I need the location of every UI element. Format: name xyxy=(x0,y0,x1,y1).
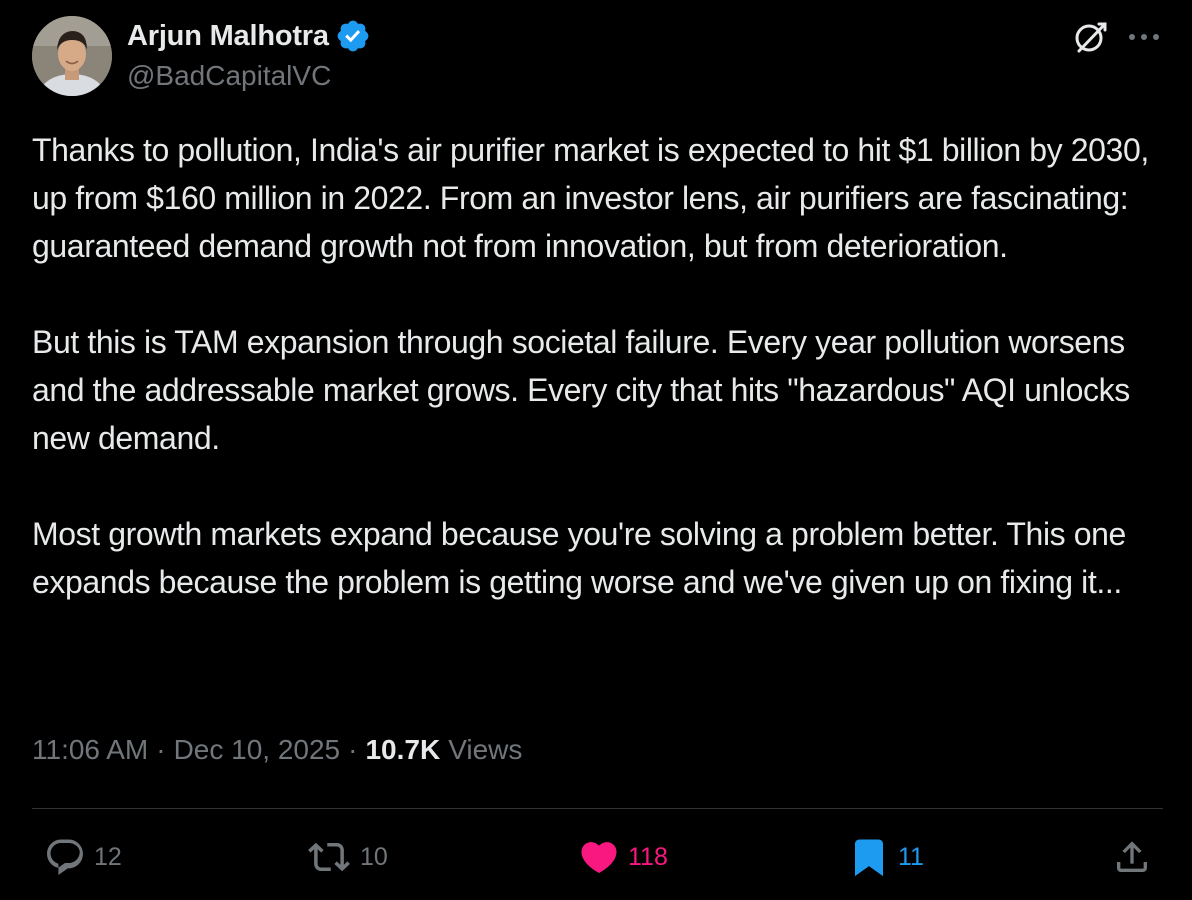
avatar[interactable] xyxy=(32,16,112,96)
reply-count: 12 xyxy=(94,842,122,871)
tweet-paragraph: Most growth markets expand because you'r… xyxy=(32,516,1126,600)
bookmark-button[interactable]: 11 xyxy=(848,836,924,878)
like-button[interactable]: 118 xyxy=(578,836,668,878)
heart-icon xyxy=(581,842,617,874)
reply-button[interactable]: 12 xyxy=(44,836,122,878)
reply-icon xyxy=(47,839,83,875)
views-count[interactable]: 10.7K xyxy=(365,734,440,766)
tweet-date[interactable]: Dec 10, 2025 xyxy=(174,734,341,766)
tweet-meta: 11:06 AM · Dec 10, 2025 · 10.7K Views xyxy=(32,734,522,766)
repost-count: 10 xyxy=(360,842,388,871)
share-button[interactable] xyxy=(1112,836,1152,878)
grok-icon[interactable] xyxy=(1070,16,1112,58)
verified-badge-icon[interactable] xyxy=(335,18,371,54)
tweet-paragraph: But this is TAM expansion through societ… xyxy=(32,324,1130,456)
tweet-text: Thanks to pollution, India's air purifie… xyxy=(32,126,1167,606)
repost-icon xyxy=(308,842,350,872)
meta-separator: · xyxy=(348,734,358,765)
meta-separator: · xyxy=(156,734,166,765)
bookmark-icon xyxy=(855,839,883,877)
avatar-image xyxy=(32,16,112,96)
author-name-row: Arjun Malhotra xyxy=(127,18,371,54)
tweet-paragraph: Thanks to pollution, India's air purifie… xyxy=(32,132,1149,264)
divider xyxy=(32,808,1163,809)
more-icon[interactable] xyxy=(1124,23,1164,51)
repost-button[interactable]: 10 xyxy=(306,836,388,878)
like-count: 118 xyxy=(628,842,668,871)
author-display-name[interactable]: Arjun Malhotra xyxy=(127,20,329,53)
author-handle[interactable]: @BadCapitalVC xyxy=(127,60,331,92)
tweet-detail: Arjun Malhotra @BadCapitalVC Thanks to p… xyxy=(0,0,1192,900)
bookmark-count: 11 xyxy=(898,842,924,871)
views-label: Views xyxy=(448,734,523,765)
tweet-time[interactable]: 11:06 AM xyxy=(32,734,148,766)
share-icon xyxy=(1117,841,1147,872)
